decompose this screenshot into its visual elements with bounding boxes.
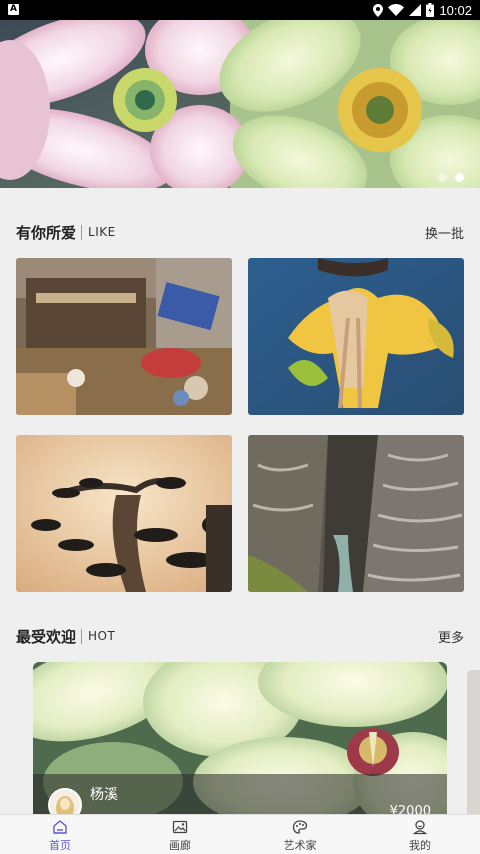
more-button[interactable]: 更多 xyxy=(438,627,464,646)
divider xyxy=(81,628,83,644)
artwork-tile[interactable] xyxy=(16,435,232,592)
artwork-image xyxy=(248,258,464,415)
gallery-icon xyxy=(172,820,188,834)
artist-name: 杨溪 xyxy=(90,787,118,803)
artwork-image xyxy=(16,435,232,592)
carousel-dot[interactable] xyxy=(438,173,447,182)
tab-profile[interactable]: 我的 xyxy=(360,815,480,854)
clock: 10:02 xyxy=(439,2,472,18)
tab-gallery[interactable]: 画廊 xyxy=(120,815,240,854)
app-notification-icon: A xyxy=(8,4,19,15)
wifi-icon xyxy=(388,4,405,16)
like-section-header: 有你所爱 LIKE 换一批 xyxy=(16,220,464,244)
hot-section-subtitle: HOT xyxy=(88,629,116,643)
tab-label: 首页 xyxy=(49,839,71,852)
status-bar: A 10:02 xyxy=(0,0,480,20)
battery-icon xyxy=(426,3,435,17)
carousel-dot-active[interactable] xyxy=(455,173,464,182)
tab-label: 画廊 xyxy=(169,839,191,852)
artwork-image xyxy=(16,258,232,415)
tab-label: 我的 xyxy=(409,839,431,852)
artwork-tile[interactable] xyxy=(248,435,464,592)
refresh-button[interactable]: 换一批 xyxy=(425,223,464,242)
artist-icon xyxy=(292,820,308,834)
banner-carousel[interactable] xyxy=(0,20,480,188)
tab-home[interactable]: 首页 xyxy=(0,815,120,854)
signal-icon xyxy=(409,4,422,16)
like-section-subtitle: LIKE xyxy=(88,225,116,239)
carousel-indicator xyxy=(438,173,464,182)
home-icon xyxy=(53,820,67,834)
like-section-title: 有你所爱 xyxy=(16,223,77,242)
hot-artwork-card[interactable]: 杨溪 ¥2000 xyxy=(33,662,447,822)
next-hot-card-peek[interactable] xyxy=(467,670,480,820)
profile-icon xyxy=(412,820,428,835)
artwork-tile[interactable] xyxy=(248,258,464,415)
bottom-tab-bar: 首页 画廊 艺术家 我的 xyxy=(0,814,480,854)
location-icon xyxy=(373,3,384,17)
tab-label: 艺术家 xyxy=(283,839,317,852)
hot-section-title: 最受欢迎 xyxy=(16,627,77,646)
artwork-image xyxy=(248,435,464,592)
tab-artist[interactable]: 艺术家 xyxy=(240,815,360,854)
banner-image xyxy=(0,20,480,188)
divider xyxy=(81,224,83,240)
artwork-tile[interactable] xyxy=(16,258,232,415)
hot-section-header: 最受欢迎 HOT 更多 xyxy=(16,624,464,648)
